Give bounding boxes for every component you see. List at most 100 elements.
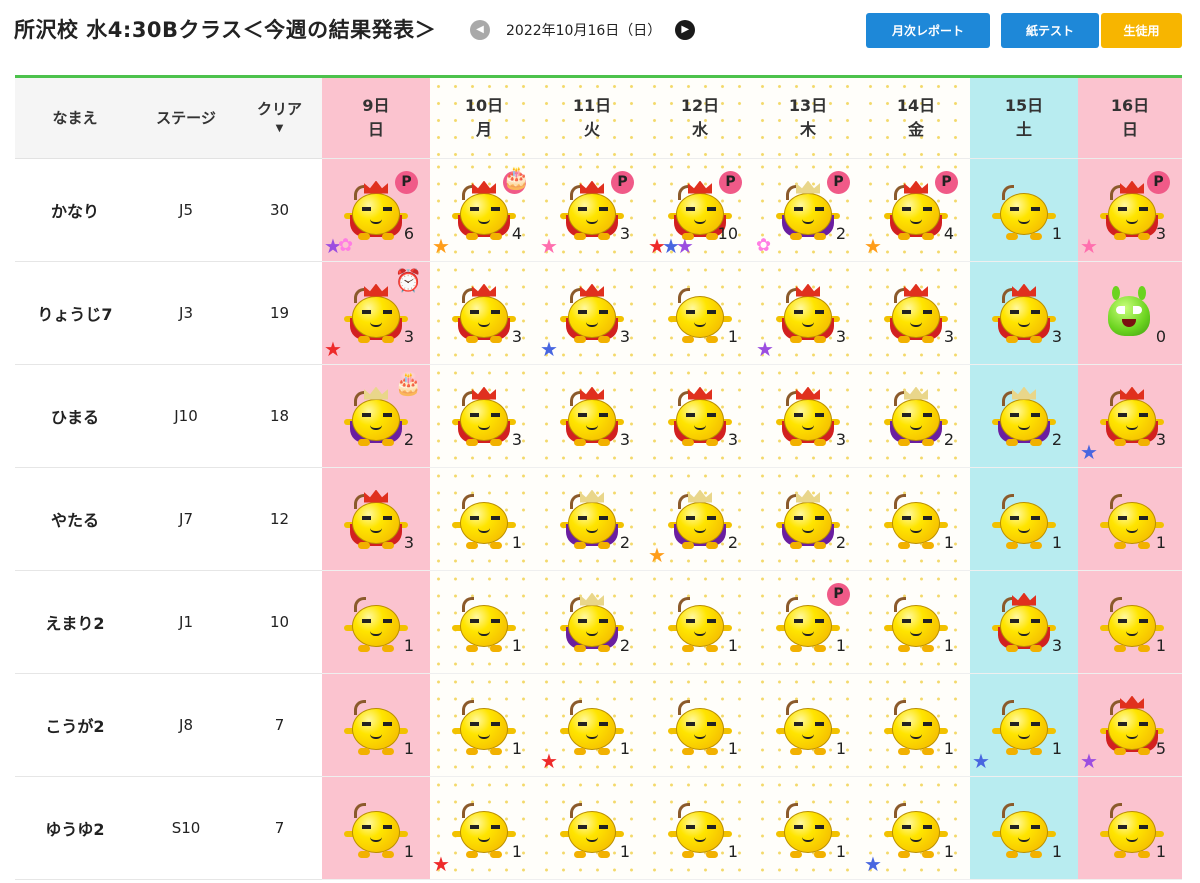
day-result-cell[interactable]: 3 [538, 364, 646, 468]
day-result-cell[interactable]: 1 [646, 673, 754, 777]
student-name[interactable]: えまり2 [15, 570, 135, 674]
day-result-cell[interactable]: 1 [862, 467, 970, 571]
day-result-cell[interactable]: P ★ ✿ 6 [322, 158, 430, 262]
day-result-cell[interactable]: 2 [862, 364, 970, 468]
day-number: 11日 [572, 95, 612, 115]
green-alien-icon [1104, 285, 1154, 342]
day-result-cell[interactable]: 1 [430, 467, 538, 571]
result-count: 2 [1051, 429, 1062, 449]
day-result-cell[interactable]: 1 [754, 673, 862, 777]
day-result-cell[interactable]: 3 [862, 261, 970, 365]
day-result-cell[interactable]: 1 [322, 570, 430, 674]
day-result-cell[interactable]: 3 [430, 261, 538, 365]
day-result-cell[interactable]: 1 [430, 570, 538, 674]
student-name[interactable]: ゆうゆ2 [15, 776, 135, 880]
day-result-cell[interactable]: P ★ ★ ★ 10 [646, 158, 754, 262]
student-view-button[interactable]: 生徒用 [1101, 13, 1182, 48]
column-header-stage[interactable]: ステージ [135, 78, 237, 159]
result-count: 1 [943, 532, 954, 552]
day-result-cell[interactable]: 1 [538, 776, 646, 880]
star-pink-icon: ★ [1080, 233, 1098, 258]
student-name[interactable]: やたる [15, 467, 135, 571]
day-result-cell[interactable]: 🎂 2 [322, 364, 430, 468]
result-count: 1 [619, 738, 630, 758]
day-result-cell[interactable]: ★ 3 [754, 261, 862, 365]
day-result-cell[interactable]: P ✿ 2 [754, 158, 862, 262]
day-result-cell[interactable]: 1 [322, 776, 430, 880]
student-name[interactable]: ひまる [15, 364, 135, 468]
day-result-cell[interactable]: 3 [646, 364, 754, 468]
day-result-cell[interactable]: 1 [862, 673, 970, 777]
day-result-cell[interactable]: 1 [970, 467, 1078, 571]
day-result-cell[interactable]: 1 [862, 570, 970, 674]
day-result-cell[interactable]: 0 [1078, 261, 1182, 365]
student-name[interactable]: かなり [15, 158, 135, 262]
day-result-cell[interactable]: 1 [1078, 467, 1182, 571]
monthly-report-button[interactable]: 月次レポート [866, 13, 990, 48]
day-result-cell[interactable]: 1 [646, 570, 754, 674]
day-result-cell[interactable]: 3 [970, 570, 1078, 674]
star-character-icon [452, 493, 516, 550]
result-count: 3 [727, 429, 738, 449]
star-purple-icon: ★ [675, 233, 694, 258]
king-red-cape-character-icon [452, 386, 516, 447]
decorations: ★ [324, 338, 342, 360]
alarm-clock-icon: ⏰ [394, 268, 422, 294]
day-result-cell[interactable]: 1 [754, 776, 862, 880]
day-result-cell[interactable]: ★ 1 [430, 776, 538, 880]
student-stage: J5 [135, 158, 237, 262]
paper-test-button[interactable]: 紙テスト [1001, 13, 1099, 48]
day-result-cell[interactable]: ⏰ ★ 3 [322, 261, 430, 365]
day-result-cell[interactable]: P ★ 3 [1078, 158, 1182, 262]
column-header-clear[interactable]: クリア ▼ [237, 78, 322, 159]
prince-purple-cape-character-icon [884, 386, 948, 447]
star-red-icon: ★ [540, 748, 558, 773]
day-result-cell[interactable]: 1 [1078, 776, 1182, 880]
student-name[interactable]: こうが2 [15, 673, 135, 777]
prince-purple-cape-character-icon [344, 386, 408, 447]
star-character-icon [560, 699, 624, 756]
star-character-icon [884, 493, 948, 550]
day-result-cell[interactable]: 2 [538, 570, 646, 674]
day-result-cell[interactable]: 1 [1078, 570, 1182, 674]
star-character-icon [344, 802, 408, 859]
day-result-cell[interactable]: 3 [970, 261, 1078, 365]
prince-purple-cape-character-icon [560, 489, 624, 550]
day-result-cell[interactable]: 2 [970, 364, 1078, 468]
day-result-cell[interactable]: 1 [646, 776, 754, 880]
next-date-icon[interactable]: ▶ [675, 20, 696, 40]
day-result-cell[interactable]: 1 [322, 673, 430, 777]
day-result-cell[interactable]: 3 [430, 364, 538, 468]
day-result-cell[interactable]: ★ 3 [1078, 364, 1182, 468]
day-result-cell[interactable]: P ★ 3 [538, 158, 646, 262]
day-result-cell[interactable]: P1 [754, 570, 862, 674]
result-count: 1 [727, 635, 738, 655]
day-result-cell[interactable]: 1 [970, 158, 1078, 262]
day-result-cell[interactable]: ★ 2 [646, 467, 754, 571]
day-result-cell[interactable]: 3 [322, 467, 430, 571]
column-header-name[interactable]: なまえ [15, 78, 135, 159]
day-header: 14日金 [862, 78, 970, 159]
day-result-cell[interactable]: ★ 1 [862, 776, 970, 880]
day-result-cell[interactable]: P 🎂 ★ 4 [430, 158, 538, 262]
day-result-cell[interactable]: P ★ 4 [862, 158, 970, 262]
day-result-cell[interactable]: 3 [754, 364, 862, 468]
day-number: 14日 [896, 95, 936, 115]
day-header: 9日日 [322, 78, 430, 159]
day-result-cell[interactable]: ★ 1 [970, 673, 1078, 777]
star-character-icon [452, 802, 516, 859]
day-result-cell[interactable]: 1 [646, 261, 754, 365]
day-result-cell[interactable]: ★ 1 [538, 673, 646, 777]
day-result-cell[interactable]: 2 [754, 467, 862, 571]
day-header: 11日火 [538, 78, 646, 159]
star-character-icon [668, 287, 732, 344]
decorations: ★ [540, 338, 558, 360]
day-result-cell[interactable]: 1 [970, 776, 1078, 880]
prev-date-icon[interactable]: ◀ [470, 20, 490, 40]
student-name[interactable]: りょうじ7 [15, 261, 135, 365]
day-result-cell[interactable]: ★ 3 [538, 261, 646, 365]
day-result-cell[interactable]: 1 [430, 673, 538, 777]
day-result-cell[interactable]: 2 [538, 467, 646, 571]
day-result-cell[interactable]: ★ 5 [1078, 673, 1182, 777]
result-count: 3 [835, 429, 846, 449]
